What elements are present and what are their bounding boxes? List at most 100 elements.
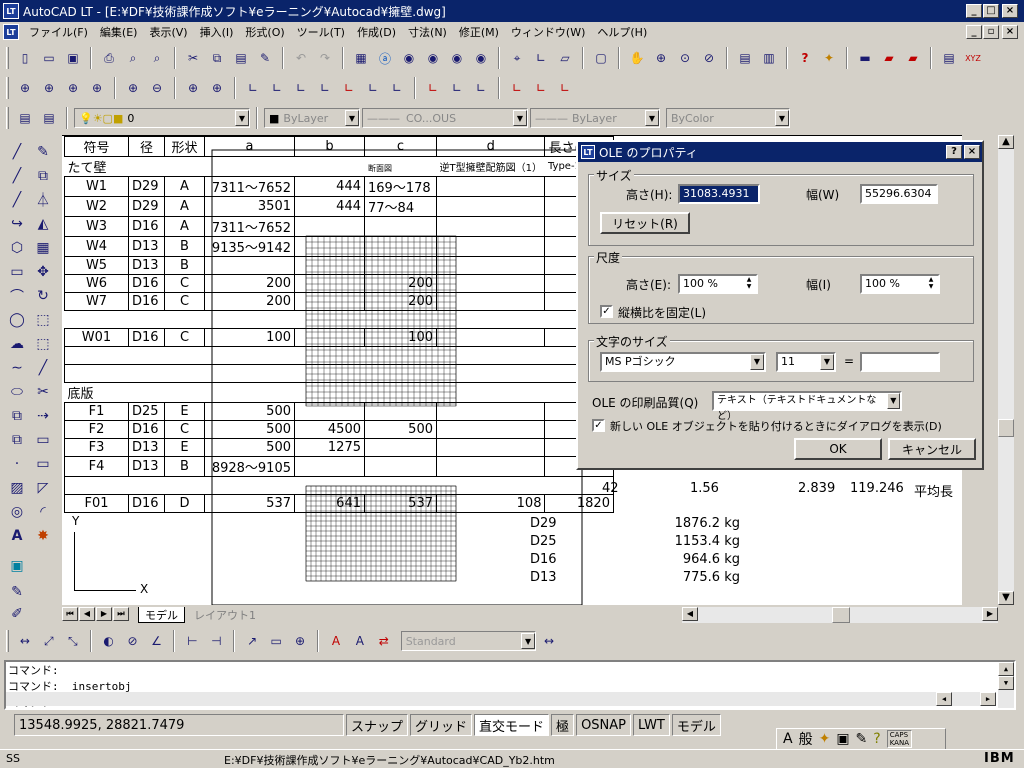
dim-continue-icon[interactable]: ⊣ (205, 630, 227, 652)
web-publish-icon[interactable]: ◉ (422, 47, 444, 69)
print-icon[interactable]: ⎙ (98, 47, 120, 69)
color-dropdown[interactable]: ■ ByLayer ▼ (264, 108, 360, 128)
erase-icon[interactable]: ✎ (32, 141, 54, 163)
pan-icon[interactable]: ✋ (626, 47, 648, 69)
center-mark-icon[interactable]: ⊕ (289, 630, 311, 652)
hatch-icon[interactable]: ▨ (6, 477, 28, 499)
ime-dict-icon[interactable]: ✦ (819, 731, 831, 747)
menu-edit[interactable]: 編集(E) (94, 24, 144, 40)
ime-mode-a[interactable]: A (783, 731, 793, 747)
menu-help[interactable]: ヘルプ(H) (591, 24, 653, 40)
menu-draw[interactable]: 作成(D) (351, 24, 402, 40)
explode-icon[interactable]: ✸ (32, 525, 54, 547)
adcenter-icon[interactable]: ▥ (758, 47, 780, 69)
tab-next-icon[interactable]: ▶ (96, 607, 112, 621)
ucs-3-icon[interactable]: ∟ (470, 77, 492, 99)
ucs-face-icon[interactable]: ∟ (314, 77, 336, 99)
mtext-icon[interactable]: A (6, 525, 28, 547)
region-icon[interactable]: ◎ (6, 501, 28, 523)
toolbar-grip[interactable] (6, 107, 9, 129)
dim-aligned-icon[interactable]: ⤢ (38, 630, 60, 652)
zoom-in-icon[interactable]: ⊕ (122, 77, 144, 99)
menu-file[interactable]: ファイル(F) (23, 24, 94, 40)
mirror-icon[interactable]: ⏃ (32, 189, 54, 211)
ucs-object-icon[interactable]: ∟ (290, 77, 312, 99)
layers-icon[interactable]: ▤ (14, 107, 36, 129)
paste-icon[interactable]: ▤ (230, 47, 252, 69)
toolbar-grip[interactable] (6, 47, 9, 69)
snap-toggle[interactable]: スナップ (346, 714, 409, 736)
command-window[interactable]: コマンド: コマンド: _insertobj コマンド: ▲ ▼ ◀ ▶ (4, 660, 1016, 710)
print-quality-dropdown[interactable]: テキスト（テキストドキュメントなど） ▼ (712, 391, 902, 422)
dialog-help-button[interactable]: ? (946, 145, 962, 159)
lwt-toggle[interactable]: LWT (633, 714, 670, 736)
text-height-input[interactable] (860, 352, 940, 372)
make-block-icon[interactable]: ⧉ (6, 429, 28, 451)
spline-icon[interactable]: ∼ (6, 357, 28, 379)
polar-toggle[interactable]: 極 (551, 714, 575, 736)
menu-modify[interactable]: 修正(M) (453, 24, 505, 40)
network-icon[interactable]: ◉ (446, 47, 468, 69)
move-icon[interactable]: ✥ (32, 261, 54, 283)
document-icon[interactable]: LT (3, 24, 19, 40)
doc-minimize-button[interactable]: _ (966, 25, 982, 39)
lock-aspect-checkbox[interactable]: ✓ (600, 305, 613, 318)
trim-icon[interactable]: ✂ (32, 381, 54, 403)
tab-layout1[interactable]: レイアウト1 (188, 607, 262, 623)
tab-prev-icon[interactable]: ◀ (79, 607, 95, 621)
open-icon[interactable]: ▭ (38, 47, 60, 69)
ucs-origin-icon[interactable]: ∟ (362, 77, 384, 99)
dim-edit-icon[interactable]: A (325, 630, 347, 652)
lineweight-dropdown[interactable]: ——— ByLayer ▼ (530, 108, 660, 128)
globe-icon[interactable]: ◉ (470, 47, 492, 69)
copy-icon[interactable]: ⧉ (206, 47, 228, 69)
menu-dimension[interactable]: 寸法(N) (402, 24, 453, 40)
ucs-prev-icon[interactable]: ∟ (266, 77, 288, 99)
doc-close-button[interactable]: × (1002, 25, 1018, 39)
scroll-left-arrow-icon[interactable]: ◀ (682, 607, 698, 621)
rectangle-icon[interactable]: ▭ (6, 261, 28, 283)
horizontal-scroll-thumb[interactable] (832, 607, 850, 623)
stretch-icon[interactable]: ⬚ (32, 333, 54, 355)
match-properties-icon[interactable]: ✎ (254, 47, 276, 69)
maximize-button[interactable]: □ (983, 4, 999, 18)
chevron-down-icon[interactable]: ▼ (235, 110, 249, 126)
chamfer-icon[interactable]: ◸ (32, 477, 54, 499)
text-tool-icon[interactable]: ▤ (938, 47, 960, 69)
doc-restore-button[interactable]: ▫ (983, 25, 999, 39)
scroll-down-arrow-icon[interactable]: ▼ (998, 676, 1014, 690)
ortho-toggle[interactable]: 直交モード (474, 714, 550, 736)
font-size-dropdown[interactable]: 11 ▼ (776, 352, 836, 372)
minimize-button[interactable]: _ (966, 4, 982, 18)
point-icon[interactable]: · (6, 453, 28, 475)
menu-insert[interactable]: 挿入(I) (194, 24, 240, 40)
zoom-center-icon[interactable]: ⊕ (86, 77, 108, 99)
menu-tools[interactable]: ツール(T) (291, 24, 351, 40)
find-icon[interactable]: ⌕ (146, 47, 168, 69)
ucs-rot-y-icon[interactable]: ∟ (530, 77, 552, 99)
help-icon[interactable]: ? (794, 47, 816, 69)
zoom-realtime-icon[interactable]: ⊕ (650, 47, 672, 69)
ime-pad-icon[interactable]: ▣ (836, 731, 849, 747)
web-icon[interactable]: ◉ (398, 47, 420, 69)
command-scrollbar[interactable]: ▲ ▼ (998, 662, 1014, 708)
new-icon[interactable]: ▯ (14, 47, 36, 69)
close-button[interactable]: × (1002, 4, 1018, 18)
cut-icon[interactable]: ✂ (182, 47, 204, 69)
layer-tool-icon[interactable]: ▬ (854, 47, 876, 69)
layer-icon[interactable]: ▣ (6, 555, 28, 577)
show-dialog-checkbox[interactable]: ✓ (592, 419, 605, 432)
toolbar-grip[interactable] (6, 77, 9, 99)
fillet-icon[interactable]: ◜ (32, 501, 54, 523)
cancel-button[interactable]: キャンセル (888, 438, 976, 460)
ime-tool-icon[interactable]: ✎ (856, 731, 868, 747)
reset-button[interactable]: リセット(R) (600, 212, 690, 234)
scale-icon[interactable]: ⬚ (32, 309, 54, 331)
redo-icon[interactable]: ↷ (314, 47, 336, 69)
zoom-out-icon[interactable]: ⊖ (146, 77, 168, 99)
dimstyle-dropdown[interactable]: Standard ▼ (400, 631, 537, 651)
chevron-down-icon[interactable]: ▼ (513, 110, 527, 126)
menu-format[interactable]: 形式(O) (239, 24, 290, 40)
chevron-down-icon[interactable]: ▼ (345, 110, 359, 126)
distance-icon[interactable]: ▱ (554, 47, 576, 69)
